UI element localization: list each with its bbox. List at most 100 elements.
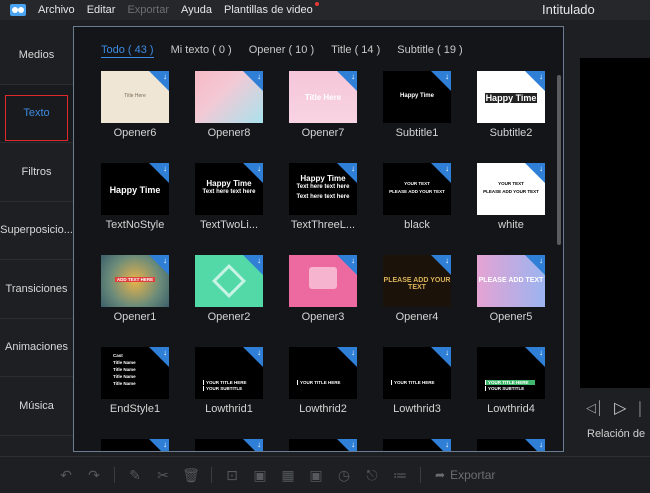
mic-icon[interactable]: ⎋ bbox=[358, 461, 386, 489]
thumbnail-text: YOUR TITLE HERE bbox=[391, 380, 451, 385]
template-thumbnail: Happy Time ↓ bbox=[101, 163, 169, 215]
thumbnail-text: PLEASE ADD YOUR TEXT bbox=[383, 276, 451, 291]
thumbnail-text: YOUR SUBTITLE bbox=[485, 386, 545, 391]
template-card[interactable]: ↓ Opener2 bbox=[189, 255, 269, 323]
template-thumbnail: PLEASE ADD YOUR TEXT ↓ bbox=[383, 255, 451, 307]
tab-todo[interactable]: Todo ( 43 ) bbox=[101, 44, 154, 58]
sidebar-item-label: Música bbox=[19, 399, 54, 412]
divider bbox=[211, 467, 212, 483]
scissors-icon[interactable]: ✂ bbox=[149, 461, 177, 489]
bottom-toolbar: ↶ ↷ ✎ ✂ 🗑 ⊡ ▣ ▦ ▣ ◷ ⎋ ≔ ➦ Exportar bbox=[0, 456, 650, 493]
sidebar-item-musica[interactable]: Música bbox=[0, 377, 73, 436]
undo-icon[interactable]: ↶ bbox=[52, 461, 80, 489]
menu-editar[interactable]: Editar bbox=[87, 4, 116, 16]
template-card[interactable]: YOUR TITLE HERE ↓ Lowthrid3 bbox=[377, 347, 457, 415]
template-label: Opener3 bbox=[301, 311, 345, 323]
clock-icon[interactable]: ◷ bbox=[330, 461, 358, 489]
sidebar-item-superposiciones[interactable]: Superposicio... bbox=[0, 202, 73, 260]
thumbnail-text: ADD TEXT HERE bbox=[115, 276, 155, 282]
template-thumbnail: ↓ bbox=[383, 439, 451, 451]
template-card[interactable]: ADD TEXT HERE ↓ Opener1 bbox=[95, 255, 175, 323]
template-card[interactable]: YOUR TITLE HERE YOUR SUBTITLE ↓ Lowthrid1 bbox=[189, 347, 269, 415]
template-card[interactable]: H↓ bbox=[471, 439, 551, 451]
template-label: white bbox=[498, 219, 524, 231]
template-card[interactable]: ↓ bbox=[377, 439, 457, 451]
template-card[interactable]: Cast Title Name Title Name Title Name Title … bbox=[95, 347, 175, 415]
pen-icon[interactable]: ✎ bbox=[121, 461, 149, 489]
template-thumbnail: Title Here ↓ bbox=[289, 71, 357, 123]
download-icon: ↓ bbox=[163, 348, 167, 357]
template-label: TextNoStyle bbox=[105, 219, 165, 231]
template-card[interactable]: Happy Time Text here text here Text here t… bbox=[283, 163, 363, 231]
template-card[interactable]: PLEASE ADD TEXT ↓ Opener5 bbox=[471, 255, 551, 323]
template-thumbnail: ADD TEXT HERE ↓ bbox=[101, 255, 169, 307]
download-icon: ↓ bbox=[539, 256, 543, 265]
template-thumbnail: ↓ bbox=[289, 255, 357, 307]
next-frame-icon[interactable]: │ bbox=[636, 401, 644, 416]
template-card[interactable]: Happy Time Text here text here ↓ TextTwoLi.… bbox=[189, 163, 269, 231]
download-icon: ↓ bbox=[539, 72, 543, 81]
play-icon[interactable]: ▷ bbox=[614, 398, 626, 418]
mask-icon[interactable]: ▣ bbox=[302, 461, 330, 489]
menu-ayuda[interactable]: Ayuda bbox=[181, 4, 212, 16]
template-label: Opener7 bbox=[301, 127, 345, 139]
thumbnail-text: Happy Time bbox=[400, 92, 434, 99]
menu-bar: Archivo Editar Exportar Ayuda Plantillas… bbox=[0, 0, 650, 20]
text-templates-panel: Todo ( 43 ) Mi texto ( 0 ) Opener ( 10 )… bbox=[73, 26, 564, 452]
download-icon: ↓ bbox=[445, 72, 449, 81]
grid-scrollbar[interactable] bbox=[557, 75, 561, 245]
download-icon: ↓ bbox=[445, 440, 449, 449]
template-card[interactable]: YOUR TEXT PLEASE ADD YOUR TEXT ↓ black bbox=[377, 163, 457, 231]
template-card[interactable]: YOUR TITLE HERE ↓ Lowthrid2 bbox=[283, 347, 363, 415]
template-card[interactable]: YOUR TITLE HERE YOUR SUBTITLE ↓ Lowthrid4 bbox=[471, 347, 551, 415]
thumbnail-text: Text here text here bbox=[296, 194, 350, 200]
template-card[interactable]: PLEASE ADD YOUR TEXT ↓ Opener4 bbox=[377, 255, 457, 323]
speed-icon[interactable]: ≔ bbox=[386, 461, 414, 489]
download-icon: ↓ bbox=[351, 440, 355, 449]
mosaic-icon[interactable]: ▦ bbox=[274, 461, 302, 489]
download-icon: ↓ bbox=[351, 348, 355, 357]
template-thumbnail: H↓ bbox=[477, 439, 545, 451]
export-button[interactable]: ➦ Exportar bbox=[435, 468, 495, 482]
fit-icon[interactable]: ▣ bbox=[246, 461, 274, 489]
template-card[interactable]: YOUR TEXT PLEASE ADD YOUR TEXT ↓ white bbox=[471, 163, 551, 231]
menu-plantillas-de-video[interactable]: Plantillas de video bbox=[224, 2, 319, 16]
sidebar-item-transiciones[interactable]: Transiciones bbox=[0, 260, 73, 319]
notification-dot bbox=[314, 2, 319, 6]
thumbnail-text: PLEASE ADD YOUR TEXT bbox=[389, 189, 445, 194]
sidebar-item-filtros[interactable]: Filtros bbox=[0, 143, 73, 202]
template-card[interactable]: ↓ Opener8 bbox=[189, 71, 269, 139]
divider bbox=[420, 467, 421, 483]
template-thumbnail: Happy Time Text here text here Text here t… bbox=[289, 163, 357, 215]
template-card[interactable]: Title Here ↓ Opener6 bbox=[95, 71, 175, 139]
sidebar-item-animaciones[interactable]: Animaciones bbox=[0, 319, 73, 377]
template-card[interactable]: Happy Time ↓ Subtitle2 bbox=[471, 71, 551, 139]
template-label: Opener4 bbox=[395, 311, 439, 323]
template-card[interactable]: ↓ Opener3 bbox=[283, 255, 363, 323]
trash-icon[interactable]: 🗑 bbox=[177, 461, 205, 489]
thumbnail-text: PLEASE ADD TEXT bbox=[478, 276, 544, 284]
template-thumbnail: ↓ bbox=[195, 439, 263, 451]
thumbnail-text: Text here text here bbox=[202, 189, 256, 195]
export-label: Exportar bbox=[450, 468, 496, 482]
thumbnail-text: YOUR TITLE HERE bbox=[485, 380, 535, 385]
tab-title[interactable]: Title ( 14 ) bbox=[331, 44, 380, 58]
template-card[interactable]: ↓ bbox=[95, 439, 175, 451]
template-card[interactable]: Title Here ↓ Opener7 bbox=[283, 71, 363, 139]
template-thumbnail: ↓ bbox=[289, 439, 357, 451]
tab-opener[interactable]: Opener ( 10 ) bbox=[249, 44, 314, 58]
sidebar-item-texto[interactable]: Texto bbox=[0, 84, 73, 143]
template-card[interactable]: Happy Time ↓ Subtitle1 bbox=[377, 71, 457, 139]
sidebar-item-medios[interactable]: Medios bbox=[0, 26, 73, 85]
crop-icon[interactable]: ⊡ bbox=[218, 461, 246, 489]
template-card[interactable]: ↓ bbox=[189, 439, 269, 451]
template-card[interactable]: Happy Time ↓ TextNoStyle bbox=[95, 163, 175, 231]
aspect-ratio-label[interactable]: Relación de bbox=[587, 428, 645, 440]
prev-frame-icon[interactable]: ◁│ bbox=[586, 400, 604, 416]
tab-mi-texto[interactable]: Mi texto ( 0 ) bbox=[171, 44, 232, 58]
menu-archivo[interactable]: Archivo bbox=[38, 4, 75, 16]
template-label: TextThreeL... bbox=[290, 219, 356, 231]
tab-subtitle[interactable]: Subtitle ( 19 ) bbox=[397, 44, 462, 58]
template-card[interactable]: ↓ bbox=[283, 439, 363, 451]
redo-icon[interactable]: ↷ bbox=[80, 461, 108, 489]
